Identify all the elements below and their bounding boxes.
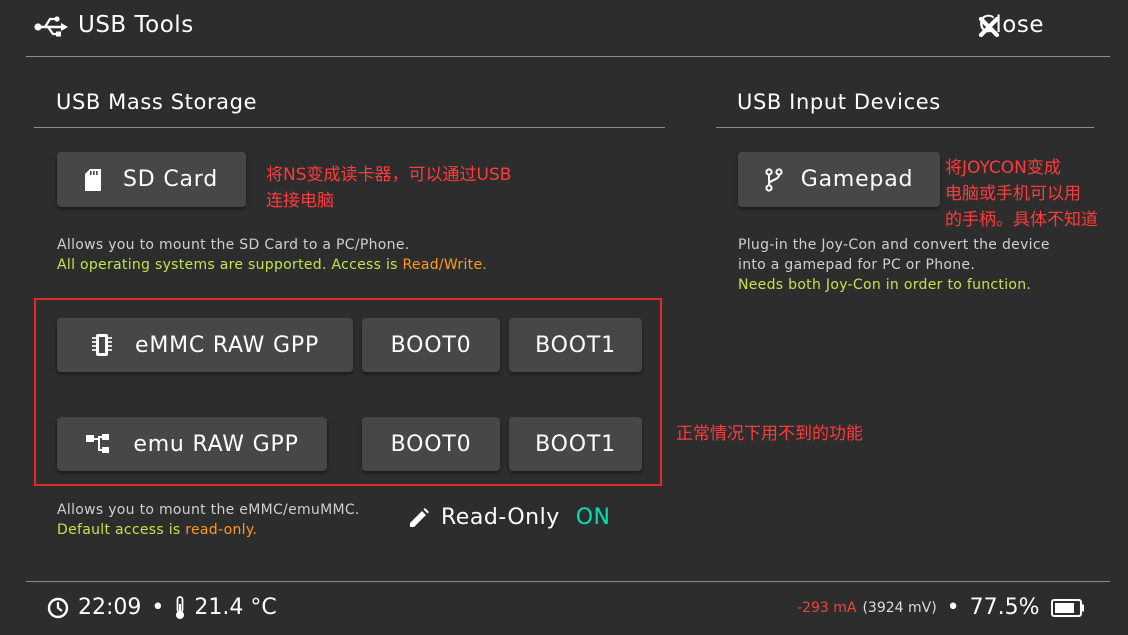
sd-description: Allows you to mount the SD Card to a PC/…	[57, 235, 487, 275]
status-separator-2: •	[946, 595, 960, 620]
read-only-value: ON	[575, 505, 611, 530]
emmc-boot0-button[interactable]: BOOT0	[362, 318, 500, 372]
header-divider	[26, 56, 1110, 57]
battery-icon	[1050, 598, 1084, 617]
status-left: 22:09 • 21.4 °C	[47, 595, 277, 620]
gamepad-desc-line2: into a gamepad for PC or Phone.	[738, 257, 976, 273]
chip-icon	[91, 333, 113, 357]
emu-raw-gpp-label: emu RAW GPP	[133, 431, 299, 457]
sd-card-button[interactable]: SD Card	[57, 152, 246, 207]
fork-icon	[765, 167, 783, 192]
raw-desc-access-text: Default access is	[57, 522, 186, 538]
clock-time: 22:09	[78, 595, 142, 620]
emmc-boot1-button[interactable]: BOOT1	[509, 318, 642, 372]
annotation-sd-line2: 连接电脑	[266, 191, 334, 211]
annotation-raw-note: 正常情况下用不到的功能	[676, 424, 863, 444]
emu-raw-gpp-button[interactable]: emu RAW GPP	[57, 417, 327, 471]
battery-voltage: (3924 mV)	[862, 599, 937, 616]
emmc-raw-gpp-label: eMMC RAW GPP	[134, 332, 320, 358]
read-only-label: Read-Only	[441, 505, 560, 530]
sd-desc-line1: Allows you to mount the SD Card to a PC/…	[57, 237, 410, 253]
raw-desc-line1: Allows you to mount the eMMC/emuMMC.	[57, 502, 360, 518]
raw-desc-access-value: read-only.	[185, 522, 258, 538]
temperature: 21.4 °C	[194, 595, 277, 620]
app-title: USB Tools	[78, 12, 194, 38]
sd-desc-access-value: Read/Write.	[402, 257, 488, 273]
annotation-sd-line1: 将NS变成读卡器，可以通过USB	[266, 165, 512, 185]
gamepad-desc-line3: Needs both Joy-Con in order to function.	[738, 277, 1032, 293]
gamepad-button[interactable]: Gamepad	[738, 152, 940, 207]
pencil-icon	[410, 507, 429, 527]
sd-card-icon	[85, 168, 102, 191]
annotation-gamepad-line3: 的手柄。具体不知道	[945, 210, 1098, 230]
network-nodes-icon	[85, 433, 111, 455]
input-devices-title: USB Input Devices	[737, 90, 941, 114]
read-only-toggle[interactable]: Read-Only ON	[408, 505, 611, 530]
emu-boot1-button[interactable]: BOOT1	[509, 417, 642, 471]
sd-desc-access-text: All operating systems are supported. Acc…	[57, 257, 403, 273]
status-separator-1: •	[151, 595, 165, 620]
mass-storage-title: USB Mass Storage	[56, 90, 258, 114]
gamepad-desc-line1: Plug-in the Joy-Con and convert the devi…	[738, 237, 1050, 253]
annotation-gamepad: 将JOYCON变成 电脑或手机可以用 的手柄。具体不知道	[945, 155, 1098, 233]
gamepad-label: Gamepad	[800, 167, 914, 192]
annotation-sd: 将NS变成读卡器，可以通过USB 连接电脑	[266, 162, 511, 214]
clock-icon	[47, 597, 69, 618]
thermometer-icon	[176, 595, 185, 619]
close-button[interactable]: Close	[979, 12, 1044, 38]
footer-divider	[26, 581, 1110, 582]
emu-boot0-button[interactable]: BOOT0	[362, 417, 500, 471]
status-right: -293 mA (3924 mV) • 77.5%	[797, 595, 1085, 620]
sd-card-label: SD Card	[123, 167, 218, 192]
input-devices-divider	[716, 127, 1094, 128]
battery-percent: 77.5%	[969, 595, 1040, 620]
annotation-gamepad-line2: 电脑或手机可以用	[945, 184, 1081, 204]
emmc-raw-gpp-button[interactable]: eMMC RAW GPP	[57, 318, 353, 372]
usb-icon	[34, 16, 68, 37]
mass-storage-divider	[34, 127, 665, 128]
gamepad-description: Plug-in the Joy-Con and convert the devi…	[738, 235, 1050, 295]
battery-current: -293 mA	[797, 599, 857, 616]
raw-description: Allows you to mount the eMMC/emuMMC. Def…	[57, 500, 360, 540]
annotation-gamepad-line1: 将JOYCON变成	[945, 158, 1061, 178]
